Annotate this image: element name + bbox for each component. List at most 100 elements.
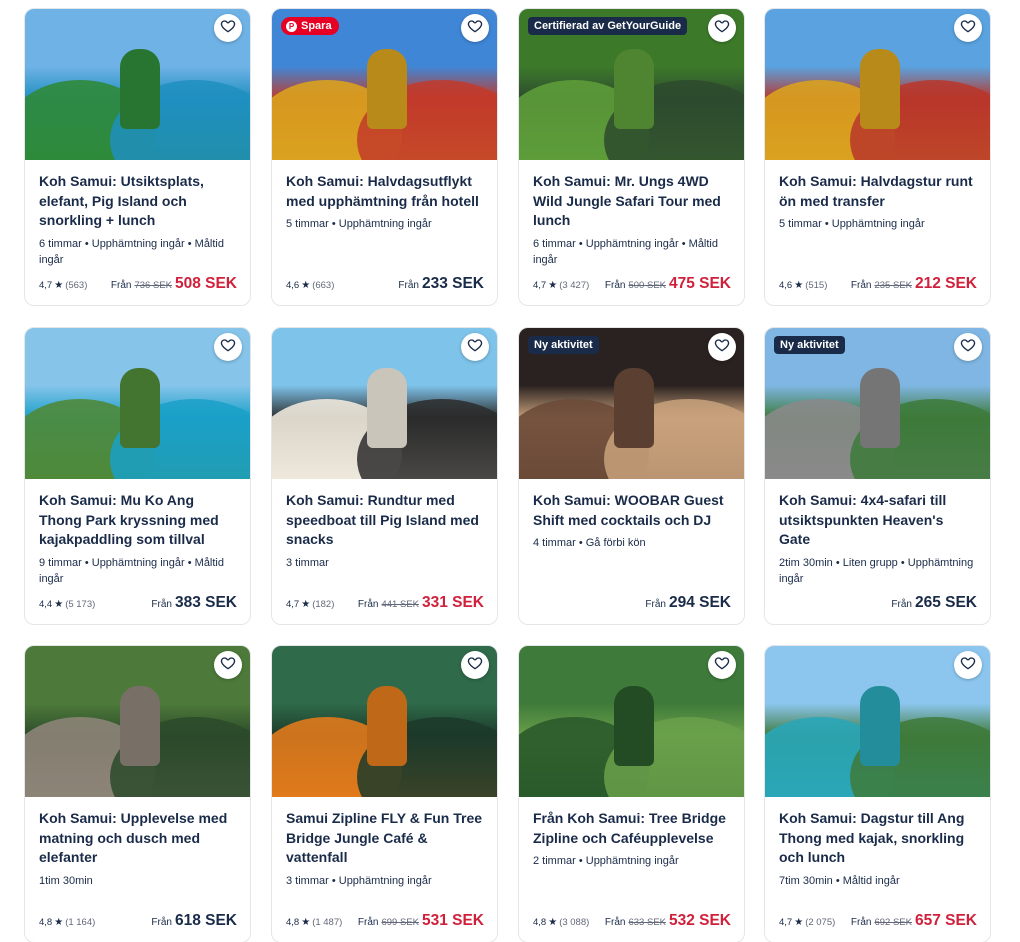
activity-image[interactable] — [25, 328, 250, 479]
price-from-label: Från — [110, 280, 132, 291]
activity-card[interactable]: Koh Samui: Mu Ko Ang Thong Park kryssnin… — [24, 327, 251, 625]
activity-card[interactable]: Certifierad av GetYourGuide Koh Samui: Mr… — [518, 8, 745, 306]
activity-details: 3 timmar — [286, 556, 329, 569]
pinterest-icon: P — [286, 20, 297, 32]
activity-image[interactable] — [272, 328, 497, 479]
activity-details: 7tim 30min • Måltid ingår — [779, 874, 900, 887]
current-price: 657 SEK — [914, 912, 977, 929]
wishlist-heart-button[interactable] — [214, 14, 242, 42]
heart-icon — [714, 18, 730, 39]
activity-details: 1tim 30min — [39, 874, 93, 887]
wishlist-heart-button[interactable] — [461, 651, 489, 679]
wishlist-heart-button[interactable] — [954, 333, 982, 361]
activity-card[interactable]: Samui Zipline FLY & Fun Tree Bridge Jung… — [271, 645, 498, 942]
activity-details: 6 timmar • Upphämtning ingår • Måltid in… — [533, 237, 718, 266]
activity-title[interactable]: Koh Samui: Mu Ko Ang Thong Park kryssnin… — [39, 491, 238, 550]
card-body: Koh Samui: Dagstur till Ang Thong med ka… — [779, 809, 978, 889]
activity-grid: Koh Samui: Utsiktsplats, elefant, Pig Is… — [0, 0, 1020, 942]
activity-image[interactable]: Ny aktivitet — [765, 328, 990, 479]
activity-card[interactable]: Ny aktivitet Koh Samui: WOOBAR Guest Shif… — [518, 327, 745, 625]
wishlist-heart-button[interactable] — [954, 14, 982, 42]
activity-image[interactable] — [765, 646, 990, 797]
price-from-label: Från — [645, 599, 666, 610]
price-from-label: Från — [850, 917, 872, 928]
wishlist-heart-button[interactable] — [461, 14, 489, 42]
activity-title[interactable]: Koh Samui: Upplevelse med matning och du… — [39, 809, 238, 868]
star-icon: ★ — [548, 917, 558, 928]
activity-badge: Ny aktivitet — [528, 336, 599, 354]
activity-card[interactable]: Koh Samui: Upplevelse med matning och du… — [24, 645, 251, 942]
star-icon: ★ — [548, 280, 558, 291]
wishlist-heart-button[interactable] — [708, 651, 736, 679]
image-subject — [120, 686, 160, 766]
pinterest-save-badge[interactable]: P Spara — [281, 17, 339, 35]
original-price: 692 SEK — [874, 917, 912, 928]
activity-image[interactable] — [25, 9, 250, 160]
rating-value: 4,8 — [533, 917, 547, 928]
activity-card[interactable]: P Spara Koh Samui: Halvdagsutflykt med upp… — [271, 8, 498, 306]
price: Från 618 SEK — [151, 912, 237, 930]
wishlist-heart-button[interactable] — [461, 333, 489, 361]
price-from-label: Från — [604, 917, 626, 928]
activity-title[interactable]: Koh Samui: 4x4-safari till utsiktspunkte… — [779, 491, 978, 550]
activity-card[interactable]: Från Koh Samui: Tree Bridge Zipline och … — [518, 645, 745, 942]
current-price: 212 SEK — [914, 275, 977, 292]
activity-title[interactable]: Samui Zipline FLY & Fun Tree Bridge Jung… — [286, 809, 485, 868]
activity-image[interactable] — [519, 646, 744, 797]
wishlist-heart-button[interactable] — [214, 651, 242, 679]
activity-details: 5 timmar • Upphämtning ingår — [779, 218, 925, 230]
activity-card[interactable]: Koh Samui: Utsiktsplats, elefant, Pig Is… — [24, 8, 251, 306]
star-icon: ★ — [301, 917, 311, 928]
wishlist-heart-button[interactable] — [708, 14, 736, 42]
activity-title[interactable]: Koh Samui: Rundtur med speedboat till Pi… — [286, 491, 485, 550]
wishlist-heart-button[interactable] — [708, 333, 736, 361]
activity-title[interactable]: Koh Samui: Dagstur till Ang Thong med ka… — [779, 809, 978, 868]
image-subject — [614, 686, 654, 766]
activity-card[interactable]: Koh Samui: Halvdagstur runt ön med trans… — [764, 8, 991, 306]
heart-icon — [467, 337, 483, 358]
activity-title[interactable]: Koh Samui: Halvdagstur runt ön med trans… — [779, 172, 978, 211]
activity-title[interactable]: Från Koh Samui: Tree Bridge Zipline och … — [533, 809, 732, 848]
activity-image[interactable]: Ny aktivitet — [519, 328, 744, 479]
price-from-label: Från — [891, 599, 912, 610]
star-icon: ★ — [54, 599, 64, 610]
current-price: 383 SEK — [174, 594, 237, 611]
activity-title[interactable]: Koh Samui: Halvdagsutflykt med upphämtni… — [286, 172, 485, 211]
rating-value: 4,7 — [779, 917, 793, 928]
activity-image[interactable] — [765, 9, 990, 160]
activity-image[interactable] — [272, 646, 497, 797]
star-icon: ★ — [301, 599, 311, 610]
heart-icon — [220, 18, 236, 39]
activity-image[interactable] — [25, 646, 250, 797]
activity-card[interactable]: Koh Samui: Dagstur till Ang Thong med ka… — [764, 645, 991, 942]
wishlist-heart-button[interactable] — [954, 651, 982, 679]
activity-image[interactable]: P Spara — [272, 9, 497, 160]
star-icon: ★ — [794, 280, 804, 291]
card-body: Koh Samui: Halvdagsutflykt med upphämtni… — [286, 172, 485, 232]
card-footer: Från 294 SEK — [533, 594, 731, 612]
wishlist-heart-button[interactable] — [214, 333, 242, 361]
card-footer: 4,8 ★ (1 487) Från 699 SEK 531 SEK — [286, 912, 484, 930]
card-footer: 4,7 ★ (182) Från 441 SEK 331 SEK — [286, 594, 484, 612]
current-price: 294 SEK — [668, 594, 731, 611]
activity-title[interactable]: Koh Samui: Utsiktsplats, elefant, Pig Is… — [39, 172, 238, 231]
image-subject — [367, 686, 407, 766]
activity-card[interactable]: Ny aktivitet Koh Samui: 4x4-safari till u… — [764, 327, 991, 625]
card-footer: 4,8 ★ (1 164) Från 618 SEK — [39, 912, 237, 930]
card-footer: 4,7 ★ (563) Från 736 SEK 508 SEK — [39, 275, 237, 293]
activity-details: 5 timmar • Upphämtning ingår — [286, 218, 432, 230]
card-body: Koh Samui: Mu Ko Ang Thong Park kryssnin… — [39, 491, 238, 587]
activity-title[interactable]: Koh Samui: WOOBAR Guest Shift med cockta… — [533, 491, 732, 530]
image-subject — [367, 368, 407, 448]
original-price: 699 SEK — [381, 917, 419, 928]
activity-badge: Certifierad av GetYourGuide — [528, 17, 688, 35]
rating: 4,7 ★ (2 075) — [779, 917, 835, 928]
activity-title[interactable]: Koh Samui: Mr. Ungs 4WD Wild Jungle Safa… — [533, 172, 732, 231]
price: Från 265 SEK — [891, 594, 977, 612]
heart-icon — [960, 18, 976, 39]
activity-image[interactable]: Certifierad av GetYourGuide — [519, 9, 744, 160]
activity-card[interactable]: Koh Samui: Rundtur med speedboat till Pi… — [271, 327, 498, 625]
star-icon: ★ — [794, 917, 804, 928]
rating: 4,8 ★ (3 088) — [533, 917, 589, 928]
review-count: (3 427) — [559, 280, 590, 291]
